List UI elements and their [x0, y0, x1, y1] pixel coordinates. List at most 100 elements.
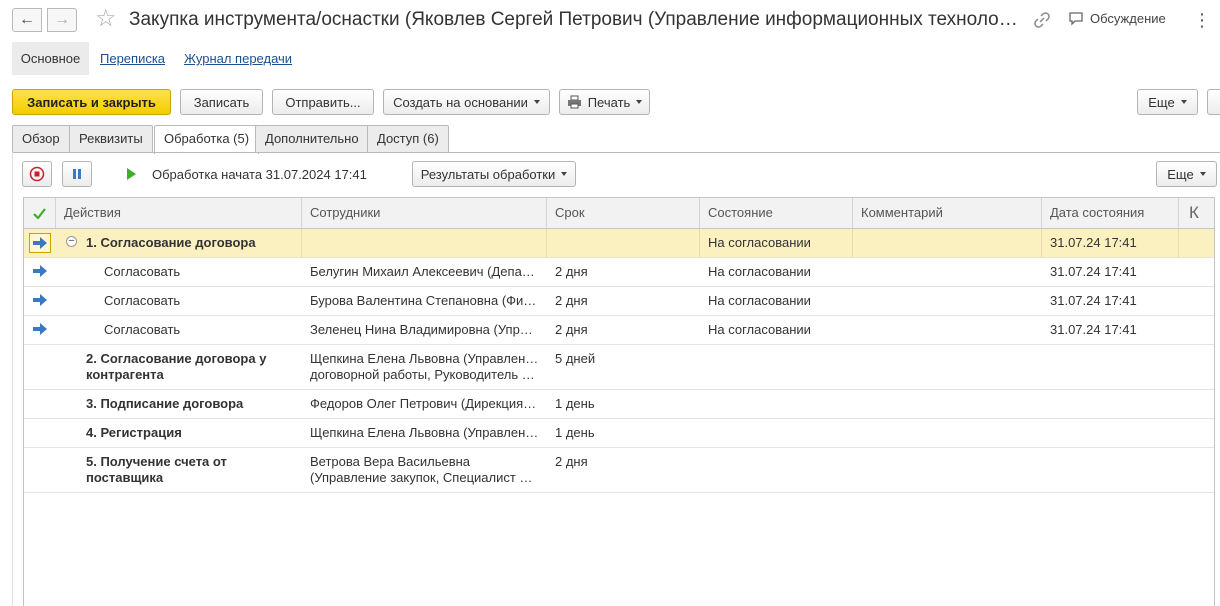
cell-term: 1 день — [555, 425, 595, 440]
cell-action-line2: контрагента — [86, 367, 164, 382]
discussion-button[interactable]: Обсуждение — [1068, 11, 1166, 26]
cell-state-date: 31.07.24 17:41 — [1050, 322, 1137, 337]
cell-term: 2 дня — [555, 454, 588, 469]
printer-icon — [567, 95, 581, 109]
cell-comment — [853, 229, 1042, 257]
chevron-down-icon — [1180, 100, 1187, 104]
tab-overview[interactable]: Обзор — [12, 125, 70, 153]
cell-action: 1. Согласование договора — [78, 229, 302, 257]
processing-results-button[interactable]: Результаты обработки — [412, 161, 576, 187]
column-header-actions[interactable]: Действия — [56, 198, 302, 228]
favorite-star-icon[interactable]: ☆ — [95, 5, 117, 33]
header-check[interactable] — [24, 198, 56, 228]
help-button[interactable] — [1207, 89, 1220, 115]
processing-results-label: Результаты обработки — [420, 166, 556, 182]
cell-employee-line2: (Управление закупок, Специалист п… — [310, 470, 539, 485]
cell-employee-line1: Ветрова Вера Васильевна — [310, 454, 471, 469]
processing-table: Действия Сотрудники Срок Состояние Комме… — [23, 197, 1215, 606]
print-label: Печать — [587, 94, 631, 110]
table-row[interactable]: 5. Получение счета от поставщика Ветрова… — [24, 448, 1214, 493]
checkmark-icon — [33, 207, 46, 219]
cell-employee: Зеленец Нина Владимировна (Упра… — [310, 322, 541, 337]
stop-icon — [29, 166, 45, 182]
more-button[interactable]: Еще — [1137, 89, 1198, 115]
tab-details[interactable]: Реквизиты — [69, 125, 153, 153]
cell-employee — [302, 229, 547, 257]
cell-action-line2: поставщика — [86, 470, 164, 485]
current-row-marker — [29, 233, 51, 253]
section-main[interactable]: Основное — [12, 42, 89, 75]
cell-action: Согласовать — [104, 322, 181, 337]
title-bar: ← → ☆ Закупка инструмента/оснастки (Яков… — [0, 0, 1220, 40]
play-status-icon — [127, 168, 136, 180]
save-label: Записать — [193, 94, 250, 110]
link-icon[interactable] — [1032, 10, 1052, 30]
column-header-comment[interactable]: Комментарий — [853, 198, 1042, 228]
more-vertical-icon[interactable]: ⋮ — [1193, 10, 1211, 30]
cell-action-line1: 2. Согласование договора у — [86, 351, 267, 366]
row-marker — [24, 287, 56, 315]
table-row[interactable]: − 1. Согласование договора На согласован… — [24, 229, 1214, 258]
table-row[interactable]: 4. Регистрация Щепкина Елена Львовна (Уп… — [24, 419, 1214, 448]
section-correspondence-link[interactable]: Переписка — [100, 42, 165, 75]
section-transfer-log-link[interactable]: Журнал передачи — [184, 42, 292, 75]
pause-process-button[interactable] — [62, 161, 92, 187]
table-row[interactable]: 3. Подписание договора Федоров Олег Петр… — [24, 390, 1214, 419]
cell-action-line1: 5. Получение счета от — [86, 454, 227, 469]
send-label: Отправить... — [285, 94, 361, 110]
cell-action: 2. Согласование договора у контрагента — [78, 345, 302, 383]
tab-additional[interactable]: Дополнительно — [255, 125, 369, 153]
arrow-right-icon — [33, 294, 47, 306]
cell-employee: Бурова Валентина Степановна (Фи… — [310, 293, 537, 308]
stop-process-button[interactable] — [22, 161, 52, 187]
tab-divider — [12, 152, 1220, 153]
tab-processing[interactable]: Обработка (5) — [154, 125, 260, 154]
pause-icon — [73, 169, 81, 179]
cell-state-date: 31.07.24 17:41 — [1050, 293, 1137, 308]
forward-button[interactable]: → — [47, 8, 77, 32]
column-header-state[interactable]: Состояние — [700, 198, 853, 228]
grid-more-button[interactable]: Еще — [1156, 161, 1217, 187]
cell-employee: Белугин Михаил Алексеевич (Депа… — [310, 264, 535, 279]
cell-term: 1 день — [555, 396, 595, 411]
cell-state: На согласовании — [708, 293, 811, 308]
print-button[interactable]: Печать — [559, 89, 650, 115]
cell-employee-line1: Щепкина Елена Львовна (Управлен… — [310, 351, 539, 366]
table-row[interactable]: Согласовать Бурова Валентина Степановна … — [24, 287, 1214, 316]
column-header-employees[interactable]: Сотрудники — [302, 198, 547, 228]
arrow-right-icon — [33, 237, 47, 249]
window-title: Закупка инструмента/оснастки (Яковлев Се… — [129, 9, 1024, 30]
column-header-state-date[interactable]: Дата состояния — [1042, 198, 1179, 228]
save-button[interactable]: Записать — [180, 89, 263, 115]
collapse-icon[interactable]: − — [66, 236, 77, 247]
cell-action: Согласовать — [104, 264, 181, 279]
tab-label: Реквизиты — [79, 131, 143, 146]
cell-employee: Щепкина Елена Львовна (Управлен… — [310, 425, 539, 440]
chevron-down-icon — [533, 100, 540, 104]
column-header-k[interactable]: К — [1179, 198, 1214, 228]
create-based-on-button[interactable]: Создать на основании — [383, 89, 550, 115]
discussion-label: Обсуждение — [1090, 11, 1166, 26]
send-button[interactable]: Отправить... — [272, 89, 374, 115]
save-and-close-button[interactable]: Записать и закрыть — [12, 89, 171, 115]
row-marker — [24, 258, 56, 286]
back-button[interactable]: ← — [12, 8, 42, 32]
cell-state: На согласовании — [708, 264, 811, 279]
grid-more-label: Еще — [1167, 166, 1194, 182]
cell-state: На согласовании — [708, 322, 811, 337]
tab-access[interactable]: Доступ (6) — [367, 125, 449, 153]
tab-label: Обзор — [22, 131, 60, 146]
row-marker — [24, 229, 56, 257]
cell-term: 2 дня — [555, 264, 588, 279]
table-row[interactable]: Согласовать Белугин Михаил Алексеевич (Д… — [24, 258, 1214, 287]
column-header-term[interactable]: Срок — [547, 198, 700, 228]
arrow-right-icon: → — [54, 11, 70, 28]
cell-action: Согласовать — [104, 293, 181, 308]
table-row[interactable]: 2. Согласование договора у контрагента Щ… — [24, 345, 1214, 390]
cell-state-date: 31.07.24 17:41 — [1042, 229, 1179, 257]
row-marker — [24, 316, 56, 344]
table-row[interactable]: Согласовать Зеленец Нина Владимировна (У… — [24, 316, 1214, 345]
arrow-left-icon: ← — [19, 11, 35, 28]
cell-term: 5 дней — [555, 351, 596, 366]
process-status: Обработка начата 31.07.2024 17:41 — [152, 167, 367, 182]
